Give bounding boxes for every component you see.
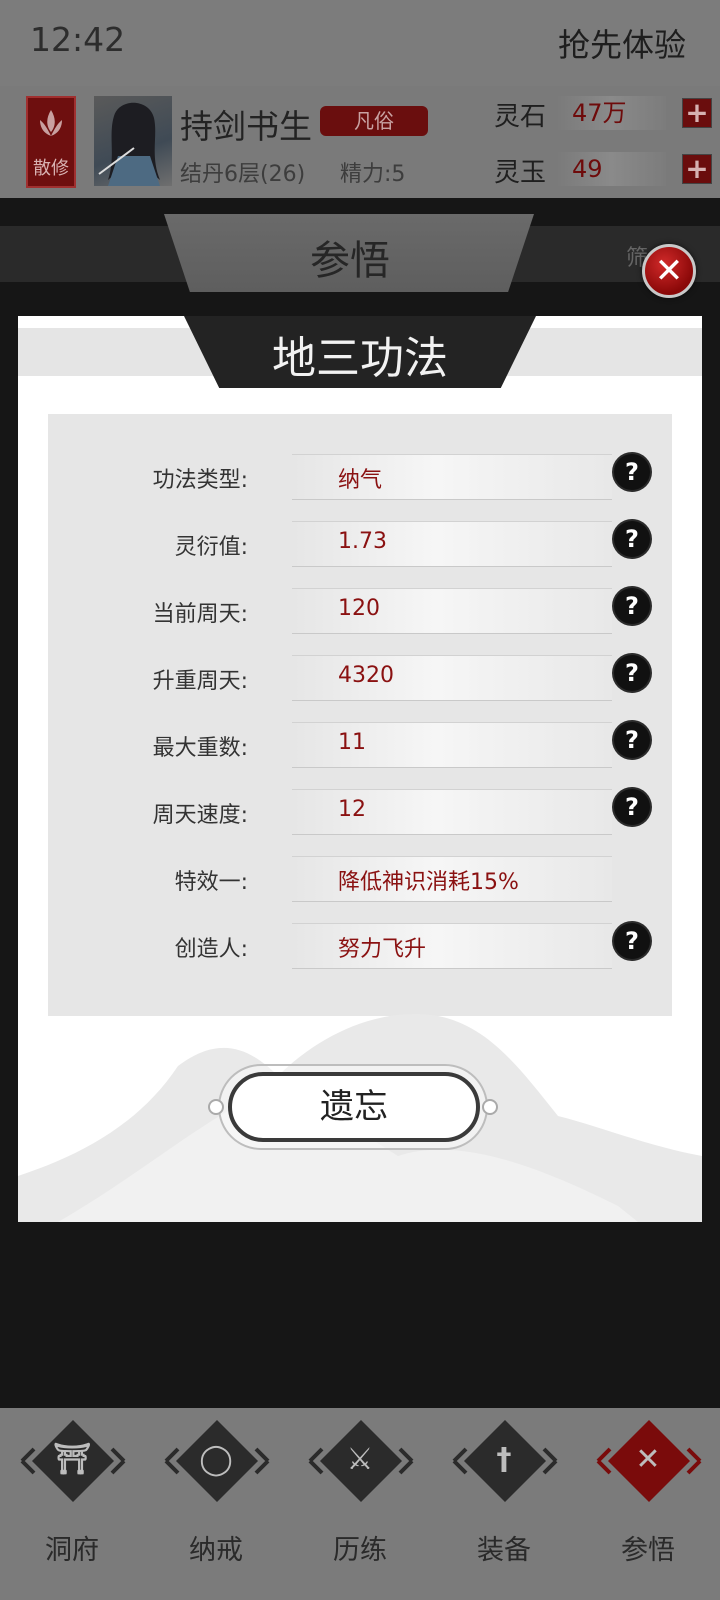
properties-panel: 功法类型: 纳气 ? 灵衍值: 1.73 ? 当前周天: 120 ? 升重周天:… xyxy=(48,414,672,1016)
help-icon[interactable]: ? xyxy=(614,588,650,624)
help-icon[interactable]: ? xyxy=(614,521,650,557)
property-label: 当前周天: xyxy=(152,602,248,627)
nav-label: 装备 xyxy=(477,1535,531,1566)
energy-stat: 精力:5 xyxy=(340,162,406,187)
property-label: 最大重数: xyxy=(152,736,248,761)
gate-icon: ⛩ xyxy=(52,1442,92,1477)
property-value: 纳气 xyxy=(338,468,383,493)
nav-label: 纳戒 xyxy=(189,1535,243,1566)
technique-detail-modal: 地三功法 功法类型: 纳气 ? 灵衍值: 1.73 ? 当前周天: 120 ? … xyxy=(18,316,702,1222)
property-value: 12 xyxy=(338,797,366,822)
property-label: 升重周天: xyxy=(152,669,248,694)
crossed-swords-icon: ⚔ xyxy=(346,1442,374,1477)
property-value: 努力飞升 xyxy=(338,937,427,962)
add-spirit-stone-button[interactable]: + xyxy=(682,98,712,128)
nav-item-enlightenment[interactable]: ✕ 参悟 xyxy=(576,1408,720,1600)
nav-item-storage-ring[interactable]: ◯ 纳戒 xyxy=(144,1408,288,1600)
modal-title: 地三功法 xyxy=(272,333,448,384)
spirit-jade-label: 灵玉 xyxy=(494,158,547,188)
button-knob-left xyxy=(208,1099,224,1115)
sword-icon: † xyxy=(496,1442,512,1477)
bottom-nav: ⛩ 洞府 ◯ 纳戒 ⚔ 历练 † 装备 ✕ 参悟 xyxy=(0,1408,720,1600)
nav-label: 历练 xyxy=(333,1535,387,1566)
spirit-stone-value: 47万 xyxy=(556,96,666,130)
property-value: 11 xyxy=(338,730,366,755)
player-name: 持剑书生 xyxy=(180,107,312,146)
add-spirit-jade-button[interactable]: + xyxy=(682,154,712,184)
status-time: 12:42 xyxy=(30,20,126,59)
spirit-stone-label: 灵石 xyxy=(494,102,547,132)
property-row: 灵衍值: 1.73 ? xyxy=(48,509,672,576)
forget-button[interactable]: 遗忘 xyxy=(228,1072,480,1142)
close-modal-button[interactable]: ✕ xyxy=(642,244,696,298)
cultivation-realm: 结丹6层(26) xyxy=(180,162,306,187)
nav-item-equipment[interactable]: † 装备 xyxy=(432,1408,576,1600)
section-title: 参悟 xyxy=(310,238,390,284)
nav-label: 洞府 xyxy=(45,1535,99,1566)
help-icon[interactable]: ? xyxy=(614,722,650,758)
avatar[interactable] xyxy=(94,96,172,186)
rank-badge: 凡俗 xyxy=(320,106,428,136)
property-value: 降低神识消耗15% xyxy=(338,870,519,895)
help-icon[interactable]: ? xyxy=(614,923,650,959)
property-label: 灵衍值: xyxy=(174,535,248,560)
property-row: 特效一: 降低神识消耗15% xyxy=(48,844,672,911)
sect-label: 散修 xyxy=(33,158,69,179)
nav-item-training[interactable]: ⚔ 历练 xyxy=(288,1408,432,1600)
property-row: 功法类型: 纳气 ? xyxy=(48,442,672,509)
ring-icon: ◯ xyxy=(199,1442,233,1477)
property-row: 创造人: 努力飞升 ? xyxy=(48,911,672,978)
spirit-jade-value: 49 xyxy=(556,152,666,186)
help-icon[interactable]: ? xyxy=(614,655,650,691)
property-label: 创造人: xyxy=(174,937,248,962)
sect-badge[interactable]: 散修 xyxy=(26,96,76,188)
close-x-icon: ✕ xyxy=(635,1442,661,1477)
lotus-icon xyxy=(40,110,62,136)
property-label: 周天速度: xyxy=(152,803,248,828)
property-row: 最大重数: 11 ? xyxy=(48,710,672,777)
property-value: 1.73 xyxy=(338,529,387,554)
property-value: 4320 xyxy=(338,663,394,688)
early-access-label[interactable]: 抢先体验 xyxy=(558,20,686,66)
nav-item-cave[interactable]: ⛩ 洞府 xyxy=(0,1408,144,1600)
property-label: 功法类型: xyxy=(152,468,248,493)
property-value: 120 xyxy=(338,596,380,621)
property-row: 升重周天: 4320 ? xyxy=(48,643,672,710)
nav-label: 参悟 xyxy=(621,1535,675,1566)
button-knob-right xyxy=(482,1099,498,1115)
help-icon[interactable]: ? xyxy=(614,789,650,825)
help-icon[interactable]: ? xyxy=(614,454,650,490)
property-row: 当前周天: 120 ? xyxy=(48,576,672,643)
property-row: 周天速度: 12 ? xyxy=(48,777,672,844)
property-label: 特效一: xyxy=(174,870,248,895)
